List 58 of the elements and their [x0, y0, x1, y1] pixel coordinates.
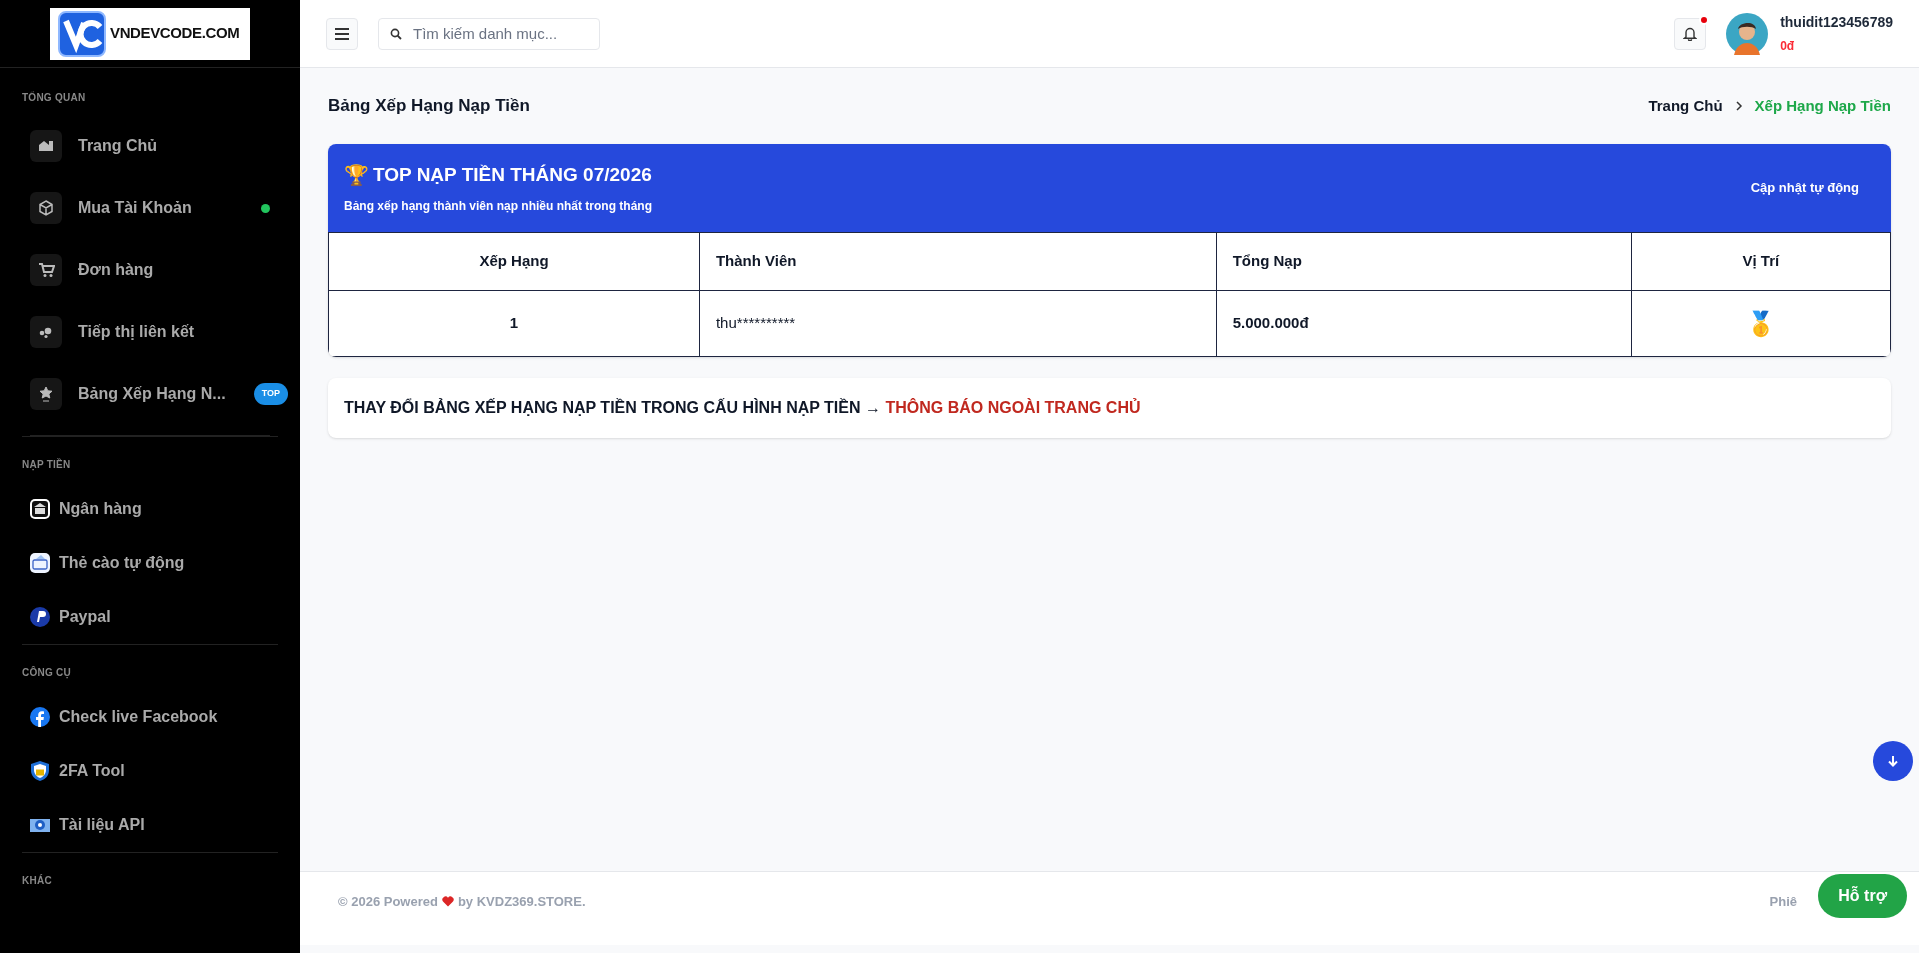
sidebar-item[interactable]: Bảng Xếp Hạng N... TOP [30, 363, 288, 425]
sidebar-item[interactable]: Paypal [22, 590, 278, 644]
menu-button[interactable] [326, 17, 358, 50]
trophy-icon: 🏆 [344, 165, 369, 185]
version-text: Phiê [1769, 893, 1797, 911]
chevron-icon [1734, 101, 1743, 111]
arrow-down-icon [1887, 755, 1899, 767]
page-title: Bảng Xếp Hạng Nạp Tiền [328, 95, 530, 118]
username: thuidit123456789 [1780, 13, 1893, 32]
balance: 0đ [1780, 38, 1796, 55]
auto-update-label: Cập nhật tự động [1750, 179, 1859, 198]
search-field[interactable]: Tìm kiếm danh mục... [378, 17, 600, 50]
dots-icon [30, 316, 62, 348]
cube-icon [30, 192, 62, 224]
top-badge: TOP [253, 383, 288, 405]
notice-text: THAY ĐỔI BẢNG XẾP HẠNG NẠP TIỀN TRONG CẤU HÌNH NẠP TIỀN → THÔNG BÁO NGOÀI TRANG CHỦ [344, 397, 1141, 418]
column-header: Tổng Nạp [1216, 232, 1632, 291]
card-icon [29, 552, 51, 574]
bell-icon [1683, 26, 1698, 41]
table-cell: 1 [328, 290, 700, 357]
column-header: Xếp Hạng [328, 232, 700, 291]
medal-icon: 🥇 [1745, 309, 1776, 338]
paypal-icon [29, 606, 51, 628]
notice-link[interactable]: THÔNG BÁO NGOÀI TRANG CHỦ [885, 399, 1141, 416]
card-subtitle: Bảng xếp hạng thành viên nạp nhiều nhất trong tháng [344, 198, 652, 216]
table-cell: 5.000.000đ [1216, 290, 1632, 357]
home-icon [30, 130, 62, 162]
section-title: CÔNG CỤ [22, 665, 72, 680]
sidebar-item[interactable]: Mua Tài Khoản [30, 177, 288, 239]
bank-icon [29, 498, 51, 520]
notification-button[interactable] [1674, 17, 1707, 50]
facebook-icon [29, 706, 51, 728]
sidebar-item[interactable]: Đơn hàng [30, 239, 288, 301]
sidebar-item[interactable]: Tài liệu API [22, 798, 278, 852]
column-header: Vị Trí [1631, 232, 1891, 291]
sidebar-item[interactable]: 2FA Tool [22, 744, 278, 798]
search-icon [390, 27, 402, 40]
section-title: KHÁC [22, 873, 53, 888]
column-header: Thành Viên [699, 232, 1217, 291]
powered-by-text: by KVDZ369.STORE. [457, 893, 586, 911]
cart-icon [30, 254, 62, 286]
shield-icon [29, 760, 51, 782]
section-title: NẠP TIỀN [22, 457, 72, 472]
logo[interactable]: VNDEVCODE.COM [50, 7, 250, 60]
sidebar-item[interactable]: Ngân hàng [22, 482, 278, 536]
table-cell: thu********** [699, 290, 1217, 357]
sidebar-item[interactable]: Thẻ cào tự động [22, 536, 278, 590]
breadcrumb-link[interactable]: Trang Chủ [1648, 94, 1723, 118]
copyright-text: © 2026 Powered [338, 893, 438, 911]
sidebar-item[interactable]: Tiếp thị liên kết [30, 301, 288, 363]
sidebar-item[interactable]: Trang Chủ [30, 115, 288, 177]
avatar-icon[interactable] [1726, 12, 1769, 55]
menu-icon [334, 27, 350, 40]
section-title: TỔNG QUAN [21, 90, 87, 105]
heart-icon [441, 896, 454, 908]
scroll-down-button[interactable] [1873, 741, 1913, 781]
sidebar-item[interactable]: Check live Facebook [22, 690, 278, 744]
card-title: TOP NẠP TIỀN THÁNG 07/2026 [373, 162, 652, 187]
